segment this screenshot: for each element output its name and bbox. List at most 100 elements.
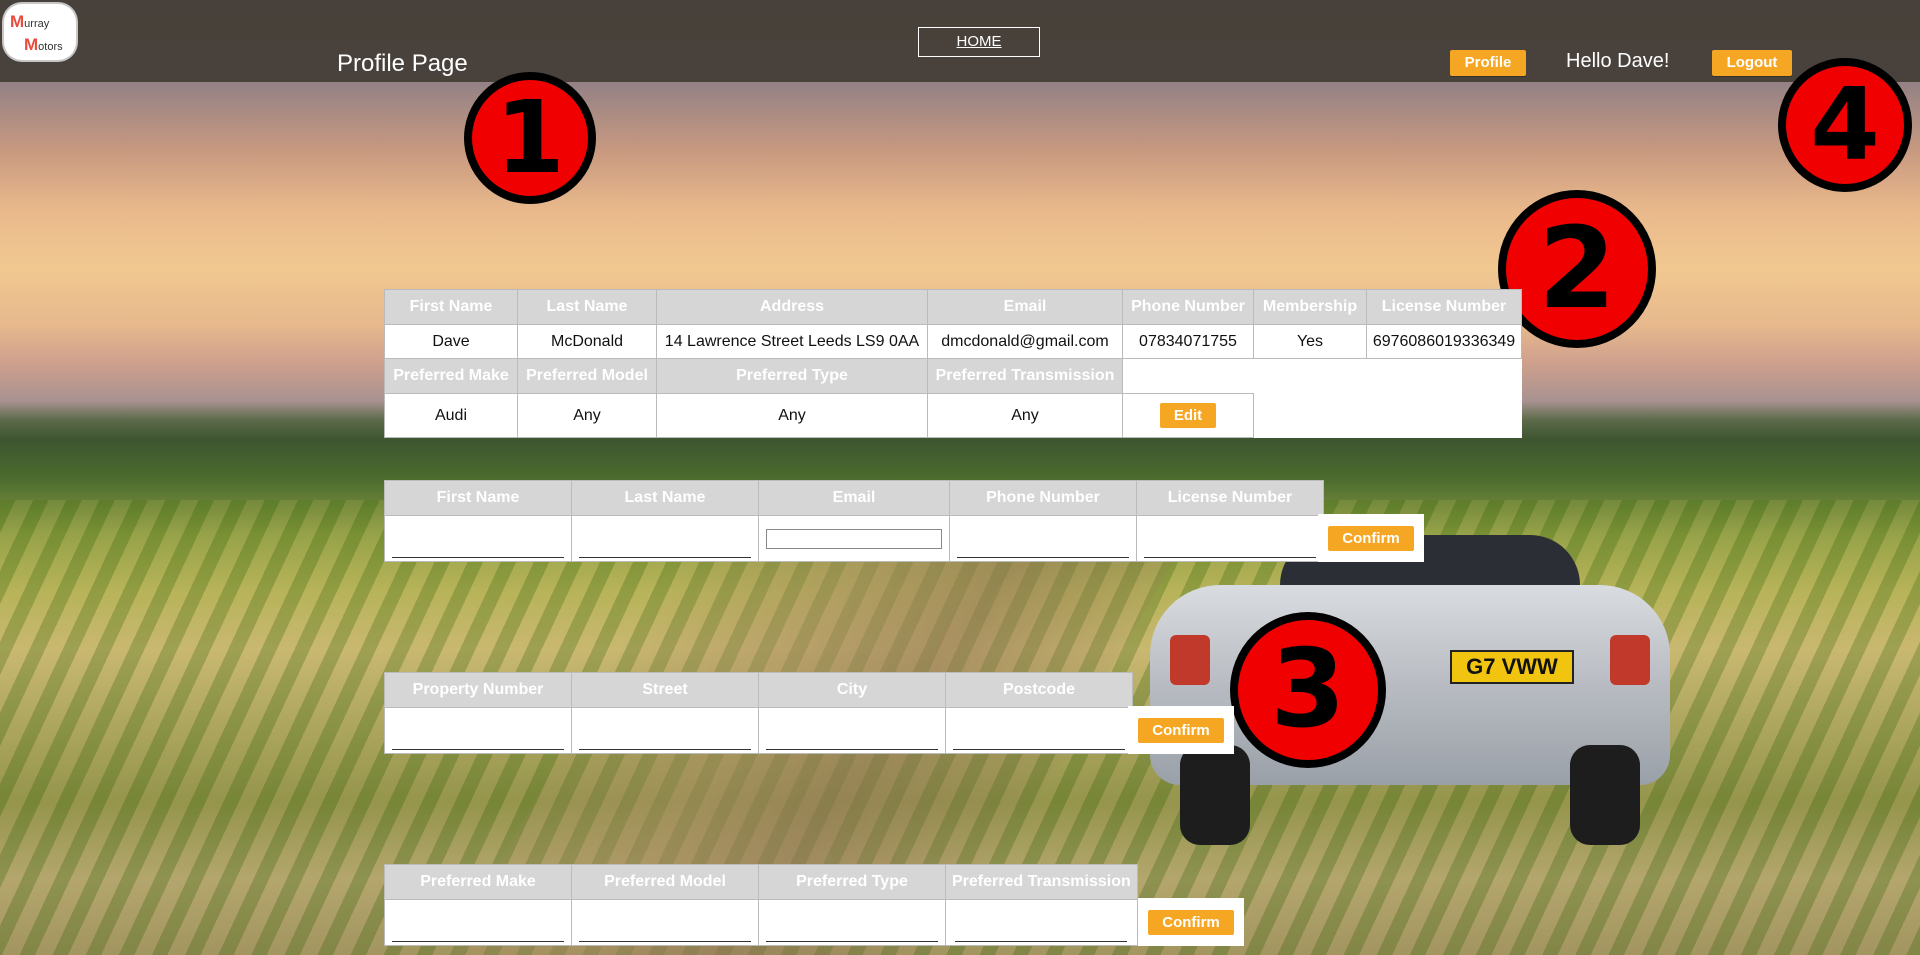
email-input[interactable]: [766, 528, 942, 549]
header-phone-number: Phone Number: [1122, 289, 1254, 325]
header-address: Address: [656, 289, 928, 325]
preferences-form-header-row: Preferred Make Preferred Model Preferred…: [384, 864, 1138, 900]
phone-number-cell: [949, 515, 1137, 562]
form-header-preferred-make: Preferred Make: [384, 864, 572, 900]
form-header-preferred-type: Preferred Type: [758, 864, 946, 900]
value-phone-number: 07834071755: [1122, 324, 1254, 359]
value-email: dmcdonald@gmail.com: [927, 324, 1123, 359]
preferred-type-cell: [758, 899, 946, 946]
preferences-form-input-row: [384, 899, 1138, 946]
form-header-preferred-transmission: Preferred Transmission: [945, 864, 1138, 900]
top-navigation-bar: Murray Motors Profile Page HOME Profile …: [0, 0, 1920, 82]
preferences-confirm-cell: Confirm: [1138, 898, 1244, 946]
header-preferred-model: Preferred Model: [517, 358, 657, 394]
city-input[interactable]: [766, 727, 938, 750]
profile-header-row: First Name Last Name Address Email Phone…: [384, 289, 1522, 325]
preferences-value-row: Audi Any Any Any Edit: [384, 393, 1522, 438]
contact-edit-form: First Name Last Name Email Phone Number …: [384, 480, 1324, 562]
license-number-cell: [1136, 515, 1324, 562]
form-header-email: Email: [758, 480, 950, 516]
header-preferred-make: Preferred Make: [384, 358, 518, 394]
contact-form-header-row: First Name Last Name Email Phone Number …: [384, 480, 1324, 516]
address-confirm-cell: Confirm: [1128, 706, 1234, 754]
form-header-license-number: License Number: [1136, 480, 1324, 516]
preferences-header-row: Preferred Make Preferred Model Preferred…: [384, 358, 1522, 394]
preferences-edit-form: Preferred Make Preferred Model Preferred…: [384, 864, 1138, 946]
value-address: 14 Lawrence Street Leeds LS9 0AA: [656, 324, 928, 359]
address-edit-form: Property Number Street City Postcode: [384, 672, 1133, 754]
greeting-text: Hello Dave!: [1566, 50, 1670, 72]
logo-line-1: Murray: [10, 12, 50, 31]
murray-motors-logo[interactable]: Murray Motors: [4, 4, 76, 60]
annotation-marker-4: 4: [1778, 58, 1912, 192]
value-preferred-type: Any: [656, 393, 928, 438]
car-tail-light-right: [1610, 635, 1650, 685]
property-number-input[interactable]: [392, 727, 564, 750]
address-confirm-button[interactable]: Confirm: [1138, 717, 1224, 743]
postcode-input[interactable]: [953, 727, 1125, 750]
preferred-transmission-input[interactable]: [955, 919, 1128, 942]
form-header-postcode: Postcode: [945, 672, 1133, 708]
form-header-first-name: First Name: [384, 480, 572, 516]
value-membership: Yes: [1253, 324, 1367, 359]
car-plate: G7 VWW: [1450, 650, 1574, 684]
property-number-cell: [384, 707, 572, 754]
postcode-cell: [945, 707, 1133, 754]
preferred-model-input[interactable]: [579, 919, 751, 942]
street-input[interactable]: [579, 727, 751, 750]
background-car: G7 VWW: [1150, 515, 1670, 845]
preferred-model-cell: [571, 899, 759, 946]
first-name-input[interactable]: [392, 535, 564, 558]
email-cell: [758, 515, 950, 562]
value-license-number: 6976086019336349: [1366, 324, 1522, 359]
preferences-confirm-button[interactable]: Confirm: [1148, 909, 1234, 935]
form-header-street: Street: [571, 672, 759, 708]
city-cell: [758, 707, 946, 754]
value-last-name: McDonald: [517, 324, 657, 359]
value-preferred-transmission: Any: [927, 393, 1123, 438]
address-form-input-row: [384, 707, 1133, 754]
empty-cell: [1123, 359, 1254, 394]
header-membership: Membership: [1253, 289, 1367, 325]
form-header-property-number: Property Number: [384, 672, 572, 708]
annotation-marker-1: 1: [464, 72, 596, 204]
annotation-marker-3: 3: [1230, 612, 1386, 768]
preferred-make-cell: [384, 899, 572, 946]
car-wheel-left: [1180, 745, 1250, 845]
car-wheel-right: [1570, 745, 1640, 845]
form-header-last-name: Last Name: [571, 480, 759, 516]
form-header-phone-number: Phone Number: [949, 480, 1137, 516]
contact-form-input-row: [384, 515, 1324, 562]
preferred-type-input[interactable]: [766, 919, 938, 942]
profile-table: First Name Last Name Address Email Phone…: [384, 289, 1522, 438]
header-license-number: License Number: [1366, 289, 1522, 325]
contact-confirm-button[interactable]: Confirm: [1328, 525, 1414, 551]
logout-button[interactable]: Logout: [1712, 50, 1792, 76]
profile-button[interactable]: Profile: [1450, 50, 1526, 76]
header-last-name: Last Name: [517, 289, 657, 325]
license-number-input[interactable]: [1144, 535, 1316, 558]
street-cell: [571, 707, 759, 754]
edit-button[interactable]: Edit: [1159, 403, 1217, 428]
form-header-preferred-model: Preferred Model: [571, 864, 759, 900]
value-first-name: Dave: [384, 324, 518, 359]
last-name-cell: [571, 515, 759, 562]
contact-confirm-cell: Confirm: [1318, 514, 1424, 562]
preferred-transmission-cell: [945, 899, 1138, 946]
profile-value-row: Dave McDonald 14 Lawrence Street Leeds L…: [384, 324, 1522, 359]
preferred-make-input[interactable]: [392, 919, 564, 942]
header-preferred-type: Preferred Type: [656, 358, 928, 394]
value-preferred-model: Any: [517, 393, 657, 438]
last-name-input[interactable]: [579, 535, 751, 558]
value-preferred-make: Audi: [384, 393, 518, 438]
logo-line-2: Motors: [24, 35, 63, 54]
header-preferred-transmission: Preferred Transmission: [927, 358, 1123, 394]
home-link[interactable]: HOME: [918, 27, 1040, 57]
car-tail-light-left: [1170, 635, 1210, 685]
first-name-cell: [384, 515, 572, 562]
page-title: Profile Page: [337, 50, 468, 77]
phone-number-input[interactable]: [957, 535, 1129, 558]
form-header-city: City: [758, 672, 946, 708]
car-body: [1150, 585, 1670, 785]
header-email: Email: [927, 289, 1123, 325]
